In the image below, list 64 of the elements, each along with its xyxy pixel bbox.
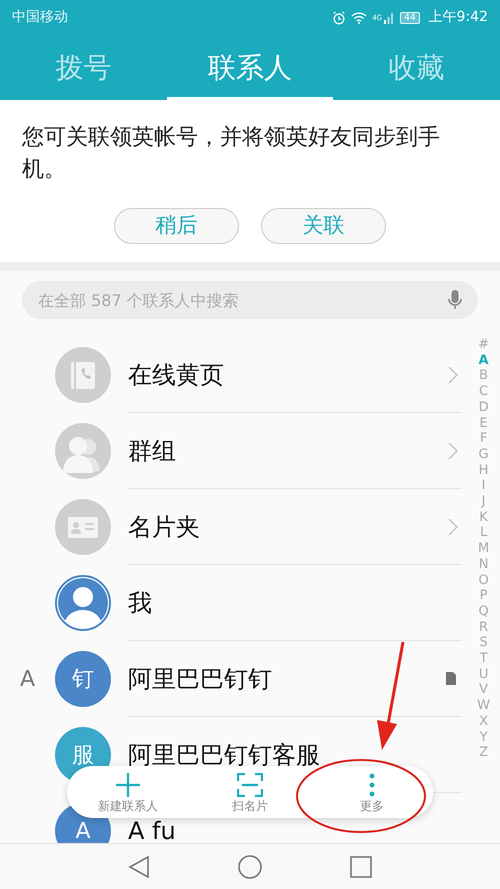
- index-letter[interactable]: P: [480, 588, 488, 604]
- index-letter[interactable]: R: [479, 620, 488, 636]
- index-letter[interactable]: Z: [479, 745, 488, 761]
- index-letter[interactable]: I: [482, 478, 486, 494]
- id-card-icon: [55, 499, 111, 555]
- scan-frame-icon: [237, 772, 263, 796]
- toolbar-button[interactable]: 扫名片: [189, 766, 311, 818]
- back-icon[interactable]: [128, 854, 150, 878]
- chevron-right-icon[interactable]: [448, 366, 458, 384]
- phonebook-icon: [55, 347, 111, 403]
- contact-name[interactable]: 我: [128, 590, 462, 614]
- index-letter[interactable]: M: [478, 541, 490, 557]
- clock: 上午9:42: [428, 8, 488, 27]
- index-letter[interactable]: K: [479, 510, 488, 526]
- contact-name[interactable]: 名片夹: [128, 514, 448, 538]
- index-letter[interactable]: A: [478, 352, 489, 368]
- banner-text: 您可关联领英帐号，并将领英好友同步到手机。: [22, 124, 441, 184]
- index-letter[interactable]: O: [478, 572, 489, 588]
- home-icon[interactable]: [238, 854, 262, 878]
- section-letter: A: [18, 666, 36, 694]
- contact-name[interactable]: 阿里巴巴钉钉: [128, 666, 446, 690]
- index-letter[interactable]: J: [482, 494, 486, 510]
- chevron-right-icon[interactable]: [448, 442, 458, 460]
- index-letter[interactable]: U: [478, 666, 488, 682]
- index-letter[interactable]: W: [477, 698, 490, 714]
- battery-level: 44: [400, 12, 420, 24]
- banner-button[interactable]: 关联: [261, 208, 386, 244]
- contact-name[interactable]: A fu: [128, 819, 462, 843]
- index-letter[interactable]: V: [479, 682, 488, 698]
- signal-icon: [383, 12, 396, 24]
- index-letter[interactable]: L: [480, 525, 488, 542]
- people-icon: [55, 423, 111, 479]
- toolbar-button[interactable]: 更多: [311, 766, 433, 818]
- index-letter[interactable]: Y: [480, 730, 488, 746]
- index-letter[interactable]: #: [478, 337, 490, 353]
- index-letter[interactable]: G: [478, 446, 489, 463]
- tab[interactable]: 拨号: [0, 35, 167, 100]
- plus-icon: [116, 772, 140, 796]
- index-letter[interactable]: B: [479, 368, 488, 384]
- index-letter[interactable]: E: [479, 416, 488, 432]
- carrier-name: 中国移动: [12, 8, 68, 27]
- wifi-icon: [351, 11, 368, 24]
- chevron-right-icon[interactable]: [448, 518, 458, 536]
- contact-name[interactable]: 群组: [128, 438, 448, 462]
- alarm-icon: [332, 10, 346, 24]
- tab[interactable]: 收藏: [333, 35, 500, 100]
- contact-name[interactable]: 阿里巴巴钉钉客服: [128, 742, 462, 766]
- index-letter[interactable]: S: [479, 635, 488, 652]
- index-letter[interactable]: F: [480, 431, 488, 447]
- more-dots-icon: [369, 772, 375, 796]
- index-letter[interactable]: D: [478, 400, 489, 416]
- index-letter[interactable]: Q: [478, 604, 489, 620]
- search-field[interactable]: 在全部 587 个联系人中搜索: [22, 281, 478, 319]
- recent-apps-icon[interactable]: [350, 856, 372, 878]
- contact-avatar: 钉: [55, 651, 111, 707]
- tab[interactable]: 联系人: [166, 35, 334, 100]
- banner-button[interactable]: 稍后: [114, 208, 239, 244]
- microphone-icon[interactable]: [448, 290, 462, 310]
- index-letter[interactable]: X: [479, 714, 488, 730]
- index-letter[interactable]: C: [479, 384, 488, 400]
- index-letter[interactable]: N: [478, 556, 488, 573]
- contact-name[interactable]: 在线黄页: [128, 362, 448, 386]
- index-letter[interactable]: T: [480, 651, 488, 667]
- index-letter[interactable]: H: [478, 462, 488, 478]
